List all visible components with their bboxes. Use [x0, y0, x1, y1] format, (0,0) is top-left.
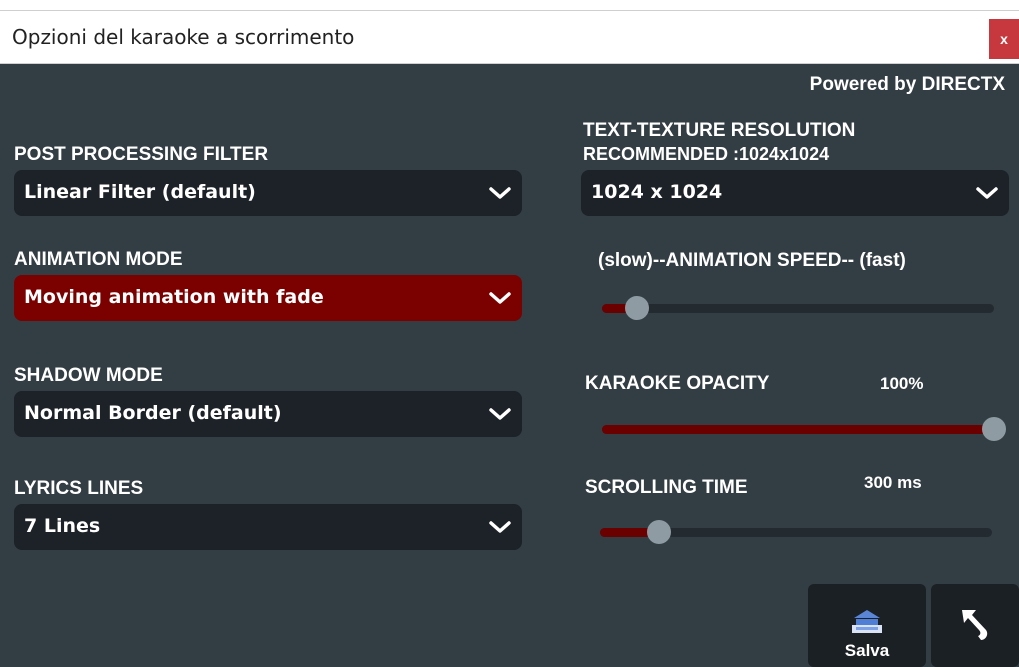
texture-resolution-label: TEXT-TEXTURE RESOLUTION: [583, 120, 856, 141]
chevron-down-icon: [489, 521, 511, 533]
post-processing-value: Linear Filter (default): [24, 181, 256, 203]
options-panel: Powered by DIRECTX POST PROCESSING FILTE…: [0, 64, 1019, 667]
back-button[interactable]: [931, 584, 1019, 667]
animation-mode-dropdown[interactable]: Moving animation with fade: [14, 275, 522, 321]
chevron-down-icon: [489, 408, 511, 420]
slider-handle[interactable]: [982, 417, 1006, 441]
lyrics-lines-dropdown[interactable]: 7 Lines: [14, 504, 522, 550]
animation-speed-label: (slow)--ANIMATION SPEED-- (fast): [598, 250, 906, 271]
shadow-mode-value: Normal Border (default): [24, 402, 282, 424]
lyrics-lines-label: LYRICS LINES: [14, 478, 144, 499]
lyrics-lines-value: 7 Lines: [24, 515, 101, 537]
chevron-down-icon: [489, 187, 511, 199]
save-button-label: Salva: [844, 641, 890, 660]
chevron-down-icon: [976, 187, 998, 199]
slider-track: [602, 304, 994, 313]
window-title: Opzioni del karaoke a scorrimento: [12, 25, 355, 49]
save-button[interactable]: Salva: [808, 584, 926, 667]
shadow-mode-dropdown[interactable]: Normal Border (default): [14, 391, 522, 437]
animation-speed-slider[interactable]: [602, 293, 994, 323]
close-button[interactable]: x: [989, 19, 1019, 59]
scrolling-time-label: SCROLLING TIME: [585, 477, 748, 498]
back-arrow-icon: [962, 610, 988, 640]
powered-by-label: Powered by DIRECTX: [809, 74, 1005, 95]
animation-mode-label: ANIMATION MODE: [14, 249, 183, 270]
title-bar: Opzioni del karaoke a scorrimento x: [0, 11, 1019, 64]
post-processing-dropdown[interactable]: Linear Filter (default): [14, 170, 522, 216]
slider-handle[interactable]: [646, 520, 671, 544]
scrolling-time-value: 300 ms: [864, 473, 922, 492]
chevron-down-icon: [489, 292, 511, 304]
post-processing-label: POST PROCESSING FILTER: [14, 144, 269, 165]
karaoke-opacity-value: 100%: [880, 374, 924, 393]
animation-mode-value: Moving animation with fade: [24, 286, 324, 308]
slider-fill: [602, 425, 994, 434]
slider-handle[interactable]: [625, 296, 650, 320]
texture-resolution-dropdown[interactable]: 1024 x 1024: [581, 170, 1009, 216]
karaoke-opacity-label: KARAOKE OPACITY: [585, 373, 770, 394]
shadow-mode-label: SHADOW MODE: [14, 365, 163, 386]
options-window: Opzioni del karaoke a scorrimento x Powe…: [0, 10, 1019, 667]
save-icon: [852, 610, 882, 633]
texture-recommended-label: RECOMMENDED :1024x1024: [583, 144, 830, 164]
scrolling-time-slider[interactable]: [600, 517, 992, 547]
karaoke-opacity-slider[interactable]: [602, 414, 1006, 444]
texture-resolution-value: 1024 x 1024: [591, 181, 723, 203]
